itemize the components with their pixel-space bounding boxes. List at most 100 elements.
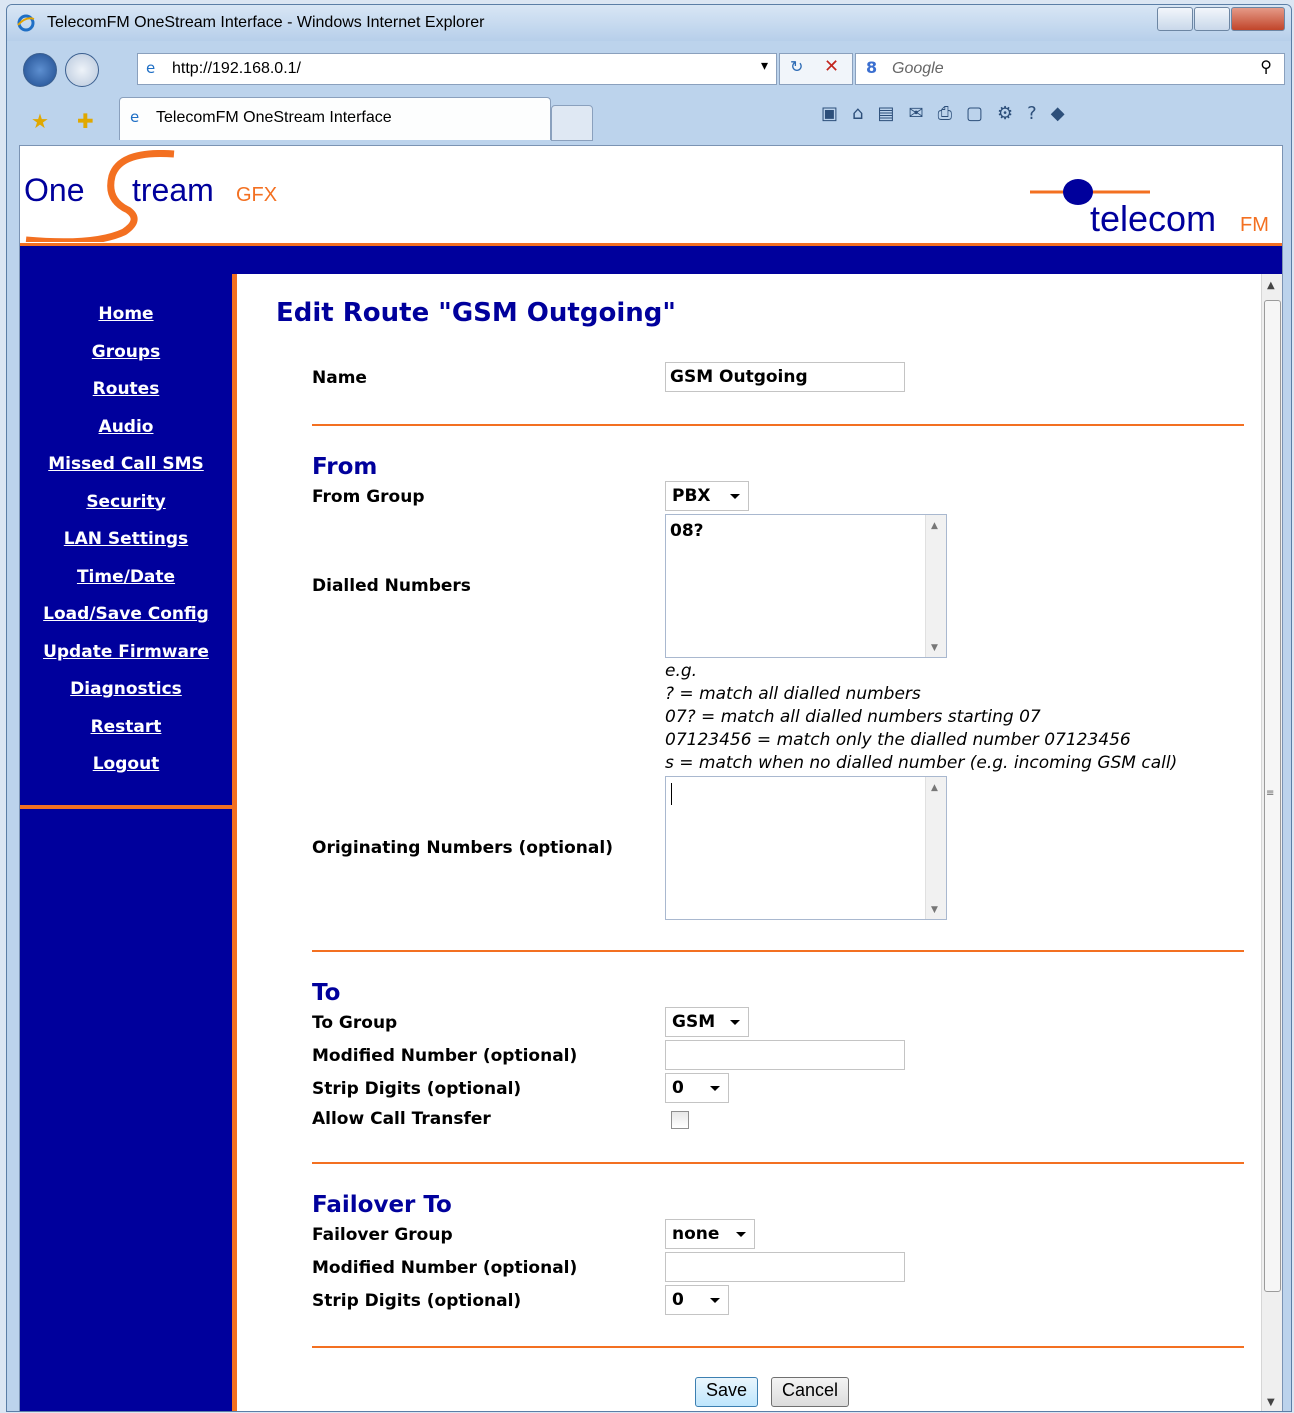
new-tab-button[interactable] — [551, 105, 593, 141]
tab-title: TelecomFM OneStream Interface — [156, 109, 392, 126]
sidebar-item-missed-call-sms[interactable]: Missed Call SMS — [20, 446, 232, 484]
divider — [312, 1162, 1244, 1164]
divider — [312, 1346, 1244, 1348]
search-box[interactable]: 8 Google ⚲ — [855, 53, 1285, 85]
dialled-numbers-textarea[interactable]: 08? ▲ ▼ — [665, 514, 947, 658]
feeds-icon[interactable]: ▤ — [877, 103, 894, 133]
browser-window: TelecomFM OneStream Interface - Windows … — [6, 4, 1292, 1412]
chevron-down-icon — [730, 1020, 740, 1025]
main-content: Edit Route "GSM Outgoing" Name GSM Outgo… — [237, 274, 1257, 1411]
scroll-up-icon[interactable]: ▲ — [1267, 280, 1275, 291]
hint-line: ? = match all dialled numbers — [665, 684, 921, 704]
failover-group-value: none — [672, 1224, 720, 1244]
sidebar-item-routes[interactable]: Routes — [20, 371, 232, 409]
chevron-down-icon — [710, 1086, 720, 1091]
window-controls — [1156, 7, 1285, 31]
to-heading: To — [312, 980, 341, 1006]
ie-logo-icon — [17, 14, 35, 32]
add-favorite-icon[interactable]: ✚ — [77, 109, 94, 133]
from-heading: From — [312, 454, 378, 480]
failover-modified-number-label: Modified Number (optional) — [312, 1258, 578, 1278]
sidebar-item-time-date[interactable]: Time/Date — [20, 559, 232, 597]
address-dropdown-icon[interactable]: ▾ — [761, 58, 768, 74]
sidebar-item-lan-settings[interactable]: LAN Settings — [20, 521, 232, 559]
hint-line: s = match when no dialled number (e.g. i… — [665, 753, 1178, 773]
print-icon[interactable]: ⎙ — [938, 103, 952, 133]
divider — [312, 950, 1244, 952]
logo-tream-text: tream — [132, 172, 214, 208]
failover-strip-digits-select[interactable]: 0 — [665, 1285, 729, 1315]
tab-row: ★ ✚ e TelecomFM OneStream Interface ▣ ⌂ … — [7, 97, 1291, 145]
search-icon[interactable]: ⚲ — [1260, 57, 1272, 76]
textarea-scrollbar[interactable]: ▲ ▼ — [925, 777, 946, 919]
help-icon[interactable]: ? — [1027, 103, 1037, 133]
cancel-button[interactable]: Cancel — [771, 1377, 850, 1407]
failover-strip-digits-value: 0 — [672, 1290, 684, 1310]
tools-gear-icon[interactable]: ⚙ — [997, 103, 1013, 133]
from-group-label: From Group — [312, 487, 425, 507]
to-strip-digits-select[interactable]: 0 — [665, 1073, 729, 1103]
name-field[interactable]: GSM Outgoing — [665, 362, 905, 392]
back-button[interactable] — [23, 53, 57, 87]
sidebar-item-load-save-config[interactable]: Load/Save Config — [20, 596, 232, 634]
to-group-select[interactable]: GSM — [665, 1007, 749, 1037]
logo-telecom-text: telecom — [1090, 198, 1217, 239]
chevron-down-icon — [730, 494, 740, 499]
allow-call-transfer-checkbox[interactable] — [671, 1111, 689, 1129]
page-icon: e — [146, 59, 156, 77]
page-scrollbar[interactable]: ▲ ≡ ▼ — [1261, 274, 1282, 1411]
forward-button[interactable] — [65, 53, 99, 87]
scroll-down-icon[interactable]: ▼ — [1267, 1397, 1275, 1408]
favorites-star-icon[interactable]: ★ — [31, 109, 49, 133]
address-bar[interactable]: e http://192.168.0.1/ ▾ — [137, 53, 777, 85]
page-menu-icon[interactable]: ▢ — [966, 103, 983, 133]
hint-line: 07? = match all dialled numbers starting… — [665, 707, 1041, 727]
address-row: e http://192.168.0.1/ ▾ ↻ ✕ 8 Google ⚲ — [7, 49, 1291, 91]
failover-modified-number-field[interactable] — [665, 1252, 905, 1282]
refresh-icon[interactable]: ↻ — [790, 57, 803, 76]
sidebar-item-audio[interactable]: Audio — [20, 409, 232, 447]
to-strip-digits-label: Strip Digits (optional) — [312, 1079, 522, 1099]
mail-icon[interactable]: ✉ — [908, 103, 923, 133]
close-window-button[interactable] — [1231, 7, 1285, 31]
refresh-stop-group: ↻ ✕ — [779, 53, 853, 85]
save-button[interactable]: Save — [695, 1377, 759, 1407]
failover-heading: Failover To — [312, 1192, 452, 1218]
failover-strip-digits-label: Strip Digits (optional) — [312, 1291, 522, 1311]
sidebar: Home Groups Routes Audio Missed Call SMS… — [20, 274, 237, 1411]
header-band — [20, 246, 1282, 274]
home-icon[interactable]: ⌂ — [852, 103, 863, 133]
from-group-select[interactable]: PBX — [665, 481, 749, 511]
sidebar-item-logout[interactable]: Logout — [20, 746, 232, 784]
telecomfm-logo: telecom FM — [1030, 176, 1280, 242]
sidebar-item-update-firmware[interactable]: Update Firmware — [20, 634, 232, 672]
sidebar-item-groups[interactable]: Groups — [20, 334, 232, 372]
failover-group-select[interactable]: none — [665, 1219, 755, 1249]
textarea-scrollbar[interactable]: ▲ ▼ — [925, 515, 946, 657]
maximize-button[interactable] — [1194, 7, 1230, 31]
minimize-button[interactable] — [1157, 7, 1193, 31]
to-modified-number-field[interactable] — [665, 1040, 905, 1070]
logo-one-text: One — [24, 172, 85, 208]
address-url: http://192.168.0.1/ — [172, 60, 301, 77]
page-title: Edit Route "GSM Outgoing" — [276, 298, 676, 328]
logo-fm-text: FM — [1240, 214, 1269, 236]
window-title: TelecomFM OneStream Interface - Windows … — [47, 14, 485, 31]
dialled-numbers-label: Dialled Numbers — [312, 576, 471, 596]
allow-call-transfer-label: Allow Call Transfer — [312, 1109, 491, 1129]
addon-icon[interactable]: ▣ — [821, 103, 838, 133]
sidebar-item-restart[interactable]: Restart — [20, 709, 232, 747]
research-icon[interactable]: ◆ — [1051, 103, 1065, 133]
onestream-logo: One tream GFX — [24, 150, 294, 242]
tab-onestream[interactable]: e TelecomFM OneStream Interface — [119, 97, 551, 140]
sidebar-item-home[interactable]: Home — [20, 296, 232, 334]
tab-page-icon: e — [130, 108, 140, 126]
sidebar-item-diagnostics[interactable]: Diagnostics — [20, 671, 232, 709]
originating-numbers-textarea[interactable]: ▲ ▼ — [665, 776, 947, 920]
search-placeholder: Google — [892, 60, 944, 77]
hint-line: e.g. — [665, 661, 698, 681]
sidebar-item-security[interactable]: Security — [20, 484, 232, 522]
stop-icon[interactable]: ✕ — [824, 56, 839, 77]
name-label: Name — [312, 368, 367, 388]
dialled-numbers-value: 08? — [670, 521, 704, 541]
